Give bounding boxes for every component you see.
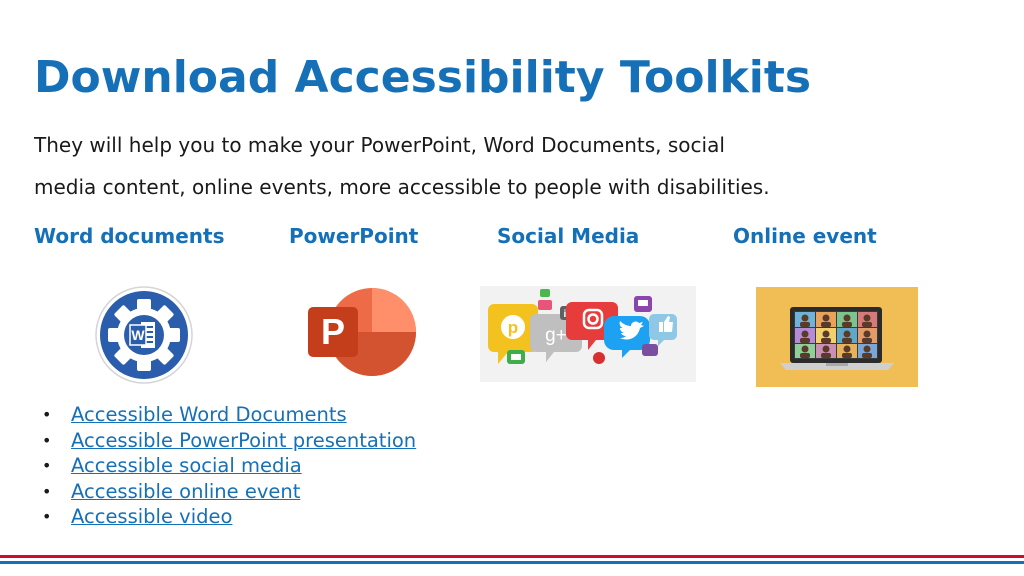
- bullet-icon: •: [42, 507, 52, 527]
- link-accessible-word-documents[interactable]: Accessible Word Documents: [71, 403, 347, 426]
- category-label-word: Word documents: [34, 224, 225, 248]
- list-item: • Accessible social media: [40, 453, 416, 479]
- bullet-icon: •: [42, 456, 52, 476]
- link-accessible-online-event[interactable]: Accessible online event: [71, 480, 300, 503]
- toolkit-link-list: • Accessible Word Documents • Accessible…: [40, 402, 416, 530]
- svg-text:p: p: [508, 318, 518, 337]
- category-label-social-media: Social Media: [497, 224, 640, 248]
- intro-line-2: media content, online events, more acces…: [34, 175, 770, 199]
- category-label-powerpoint: PowerPoint: [289, 224, 419, 248]
- slide-title: Download Accessibility Toolkits: [34, 52, 812, 103]
- list-item: • Accessible PowerPoint presentation: [40, 428, 416, 454]
- powerpoint-logo-icon[interactable]: P: [306, 287, 418, 377]
- list-item: • Accessible online event: [40, 479, 416, 505]
- social-media-bubbles-icon[interactable]: p g+ in: [480, 286, 696, 382]
- intro-text: They will help you to make your PowerPoi…: [34, 124, 934, 208]
- link-accessible-social-media[interactable]: Accessible social media: [71, 454, 302, 477]
- list-item: • Accessible video: [40, 504, 416, 530]
- ppt-icon-letter: P: [321, 311, 345, 352]
- intro-line-1: They will help you to make your PowerPoi…: [34, 133, 725, 157]
- link-accessible-video[interactable]: Accessible video: [71, 505, 232, 528]
- footer-rule-blue: [0, 561, 1024, 564]
- bullet-icon: •: [42, 405, 52, 424]
- word-gear-icon[interactable]: W: [94, 286, 194, 384]
- footer-rule-red: [0, 555, 1024, 558]
- bullet-icon: •: [42, 430, 52, 450]
- link-accessible-powerpoint-presentation[interactable]: Accessible PowerPoint presentation: [71, 429, 416, 452]
- list-item: • Accessible Word Documents: [40, 402, 416, 428]
- video-call-laptop-icon[interactable]: [756, 287, 918, 387]
- bullet-icon: •: [42, 481, 52, 501]
- word-icon-letter: W: [131, 327, 145, 343]
- social-gplus-text: g+: [545, 325, 567, 346]
- category-label-online-event: Online event: [733, 224, 877, 248]
